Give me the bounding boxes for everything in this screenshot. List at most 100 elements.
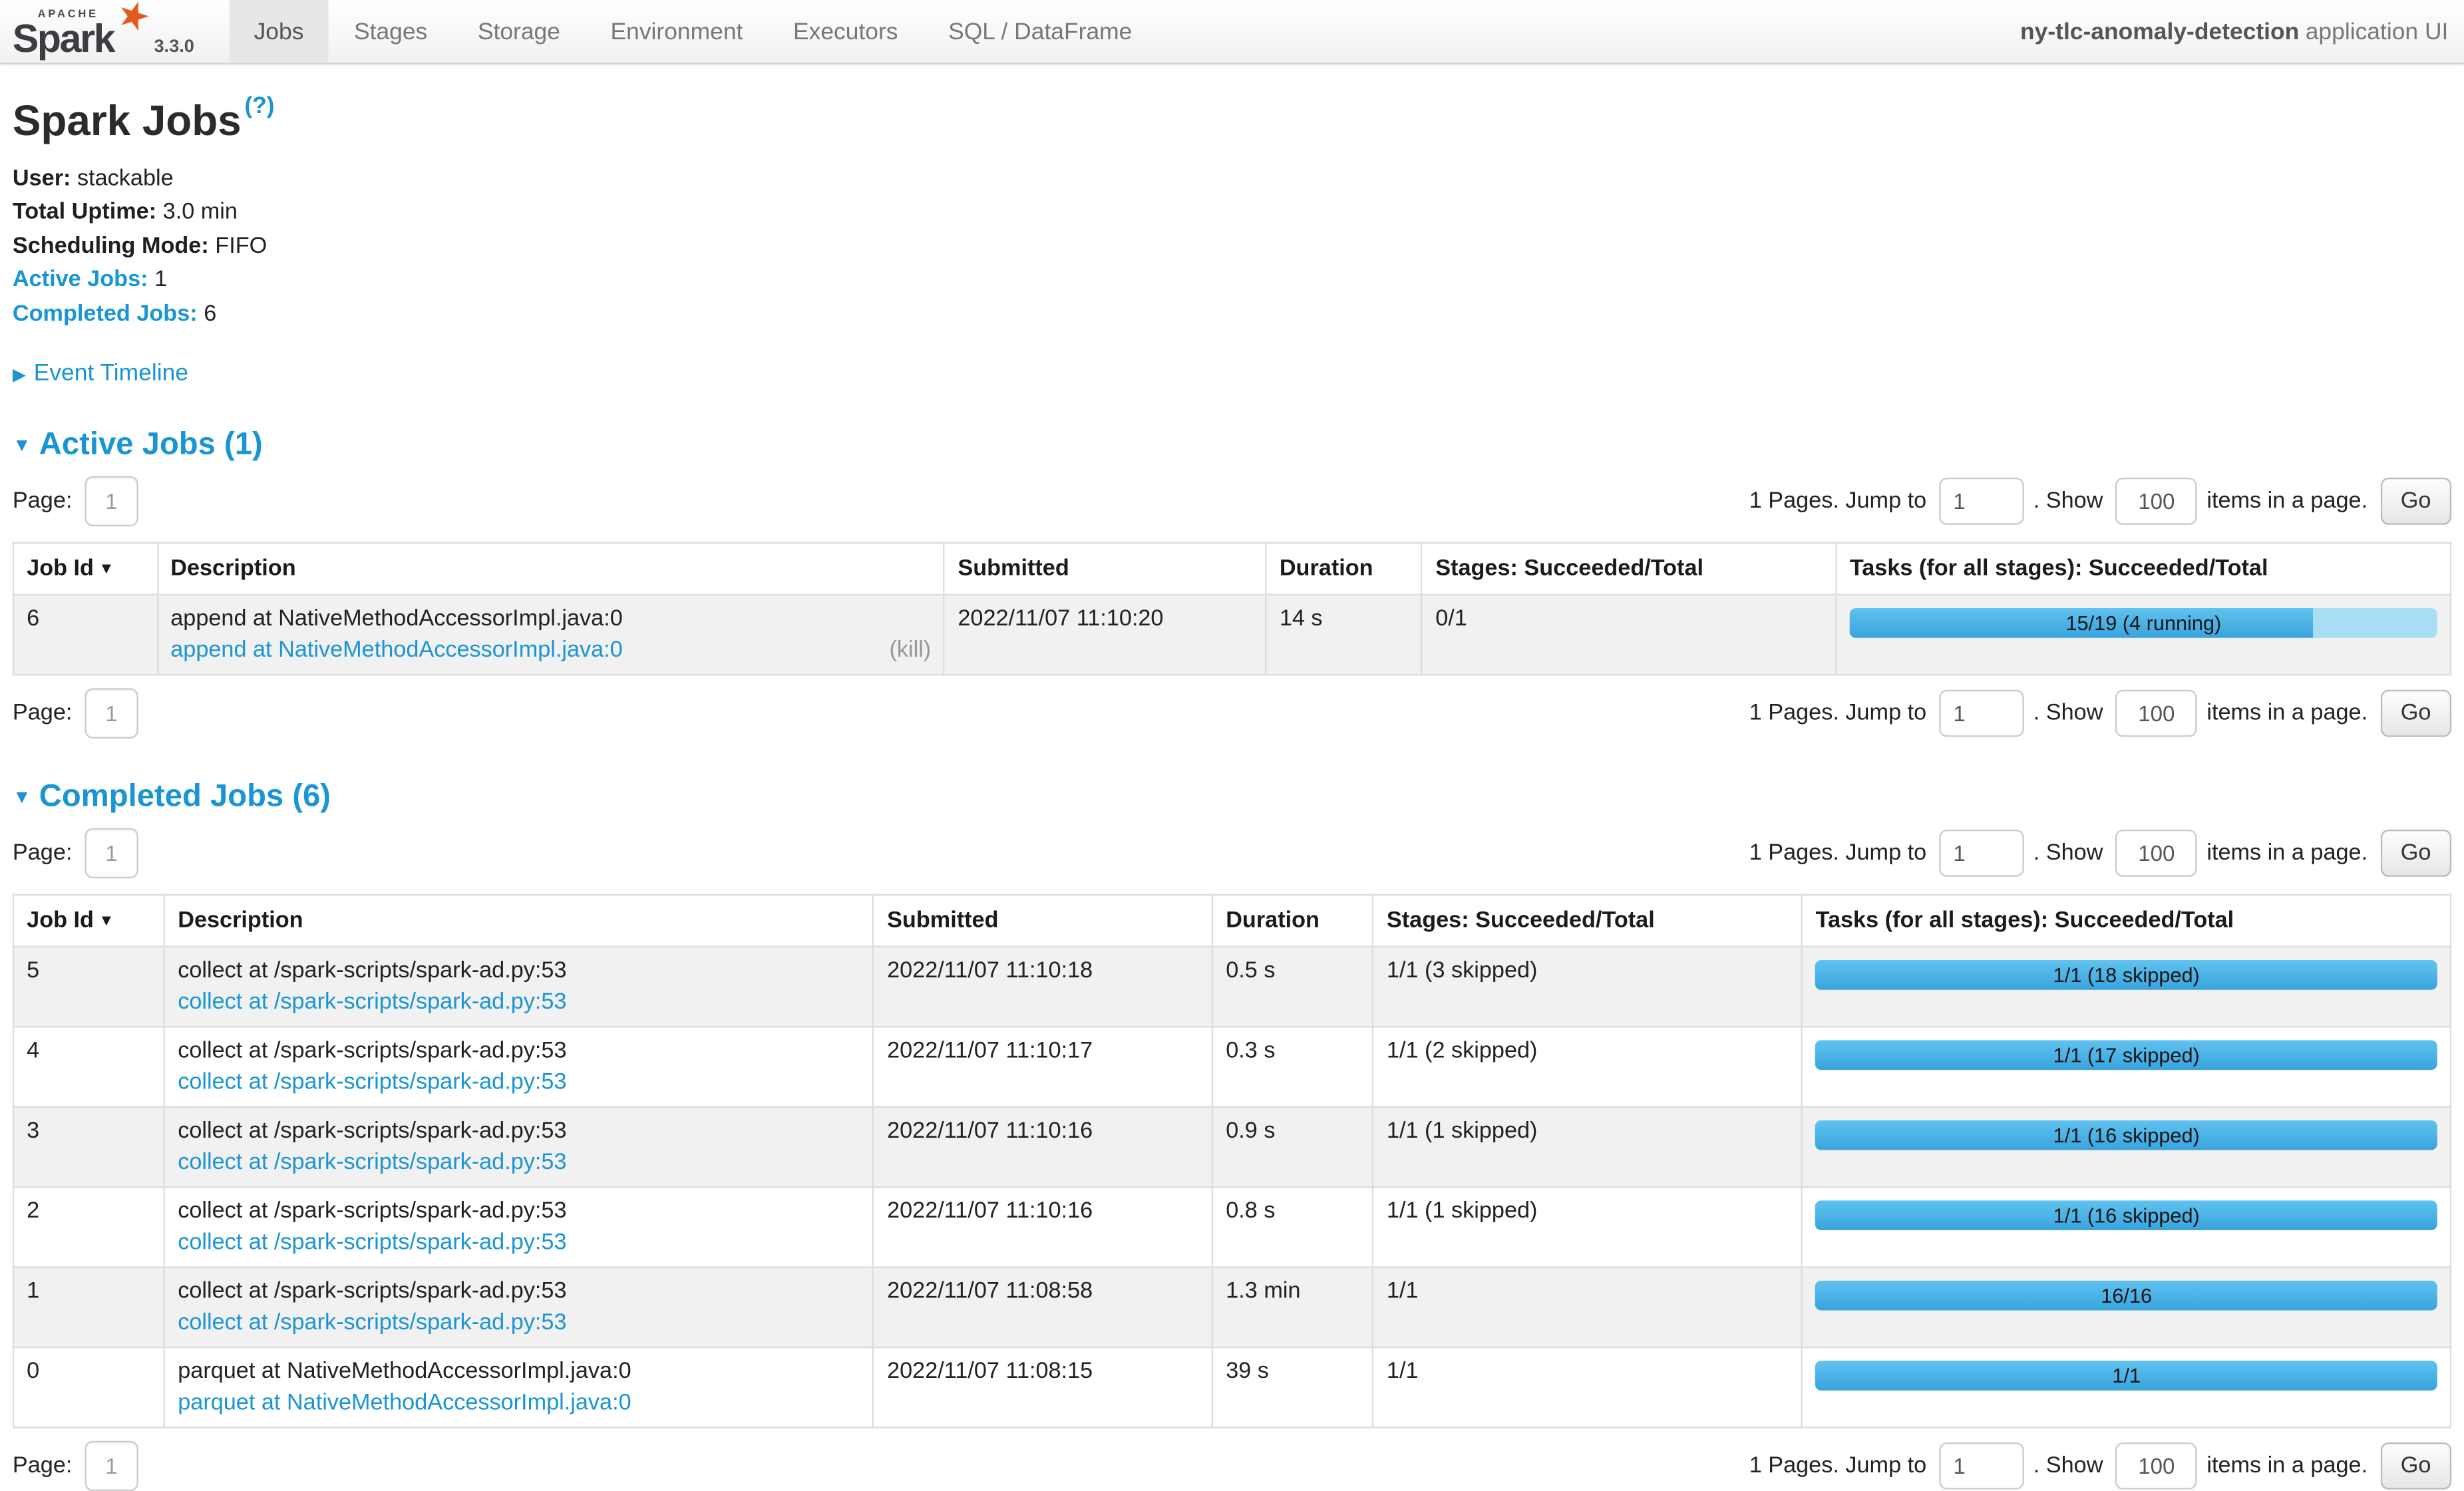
job-tasks: 1/1: [1803, 1347, 2451, 1427]
active-job-row-6: 6 append at NativeMethodAccessorImpl.jav…: [13, 595, 2451, 675]
job-description: collect at /spark-scripts/spark-ad.py:53…: [164, 1267, 874, 1347]
job-submitted: 2022/11/07 11:10:16: [874, 1187, 1212, 1267]
col-tasks[interactable]: Tasks (for all stages): Succeeded/Total: [1837, 543, 2451, 595]
expanded-arrow-icon: ▼: [13, 434, 31, 456]
job-description: collect at /spark-scripts/spark-ad.py:53…: [164, 1187, 874, 1267]
job-stages: 1/1 (1 skipped): [1373, 1107, 1803, 1187]
col-job-id[interactable]: Job Id▼: [13, 543, 157, 595]
items-per-page-input[interactable]: [2115, 830, 2197, 877]
kill-link[interactable]: (kill): [889, 638, 931, 663]
job-id: 4: [13, 1027, 164, 1106]
tab-storage[interactable]: Storage: [452, 0, 586, 63]
application-title: ny-tlc-anomaly-detection application UI: [2020, 0, 2448, 63]
tab-environment[interactable]: Environment: [586, 0, 768, 63]
job-duration: 0.9 s: [1212, 1107, 1373, 1187]
completed-jobs-table: Job Id▼ Description Submitted Duration S…: [13, 894, 2451, 1428]
job-tasks: 1/1 (17 skipped): [1803, 1027, 2451, 1106]
job-id: 6: [13, 595, 157, 675]
col-duration[interactable]: Duration: [1212, 895, 1373, 947]
page-number-input[interactable]: [85, 688, 138, 739]
tab-stages[interactable]: Stages: [329, 0, 452, 63]
completed-pagination-bottom: Page: 1 Pages. Jump to . Show items in a…: [13, 1440, 2451, 1491]
job-stages: 1/1 (3 skipped): [1373, 947, 1803, 1027]
job-id: 2: [13, 1187, 164, 1267]
summary-uptime: Total Uptime: 3.0 min: [13, 200, 2451, 228]
job-detail-link[interactable]: collect at /spark-scripts/spark-ad.py:53: [178, 1150, 860, 1176]
completed-job-row-1: 1 collect at /spark-scripts/spark-ad.py:…: [13, 1267, 2451, 1347]
job-submitted: 2022/11/07 11:10:18: [874, 947, 1212, 1027]
go-button[interactable]: Go: [2380, 830, 2451, 877]
page-number-input[interactable]: [85, 1440, 138, 1491]
page-number-input[interactable]: [85, 828, 138, 878]
col-stages[interactable]: Stages: Succeeded/Total: [1422, 543, 1837, 595]
tasks-progress-bar: 1/1 (17 skipped): [1816, 1040, 2437, 1070]
page-label: Page:: [13, 488, 73, 514]
job-duration: 0.8 s: [1212, 1187, 1373, 1267]
job-description: collect at /spark-scripts/spark-ad.py:53…: [164, 947, 874, 1027]
col-description[interactable]: Description: [157, 543, 944, 595]
nav-tabs: Jobs Stages Storage Environment Executor…: [229, 0, 1157, 63]
col-tasks[interactable]: Tasks (for all stages): Succeeded/Total: [1803, 895, 2451, 947]
items-per-page-input[interactable]: [2115, 690, 2197, 737]
job-detail-link[interactable]: collect at /spark-scripts/spark-ad.py:53: [178, 1310, 860, 1335]
col-stages[interactable]: Stages: Succeeded/Total: [1373, 895, 1803, 947]
completed-jobs-section-header[interactable]: ▼Completed Jobs (6): [13, 779, 2451, 815]
job-detail-link[interactable]: (kill)append at NativeMethodAccessorImpl…: [170, 638, 931, 663]
job-detail-link[interactable]: collect at /spark-scripts/spark-ad.py:53: [178, 1230, 860, 1255]
completed-pagination-top: Page: 1 Pages. Jump to . Show items in a…: [13, 828, 2451, 878]
col-submitted[interactable]: Submitted: [874, 895, 1212, 947]
active-jobs-section-header[interactable]: ▼Active Jobs (1): [13, 427, 2451, 463]
jump-to-input[interactable]: [1939, 1442, 2024, 1490]
tab-sql-dataframe[interactable]: SQL / DataFrame: [923, 0, 1157, 63]
event-timeline-toggle[interactable]: ▶Event Timeline: [13, 360, 2451, 387]
go-button[interactable]: Go: [2380, 1442, 2451, 1490]
active-pagination-bottom: Page: 1 Pages. Jump to . Show items in a…: [13, 688, 2451, 739]
job-tasks: 1/1 (16 skipped): [1803, 1107, 2451, 1187]
spark-ui-page: APACHE Spark ★ 3.3.0 Jobs Stages Storage…: [0, 0, 2464, 1491]
main-content: Spark Jobs(?) User: stackable Total Upti…: [13, 92, 2451, 1491]
job-stages: 0/1: [1422, 595, 1837, 675]
tasks-progress-bar: 1/1 (16 skipped): [1816, 1120, 2437, 1150]
tasks-progress-bar: 1/1 (16 skipped): [1816, 1200, 2437, 1230]
completed-job-row-0: 0 parquet at NativeMethodAccessorImpl.ja…: [13, 1347, 2451, 1427]
tab-executors[interactable]: Executors: [768, 0, 923, 63]
jump-to-input[interactable]: [1939, 478, 2024, 525]
job-duration: 1.3 min: [1212, 1267, 1373, 1347]
tasks-progress-bar: 1/1: [1816, 1361, 2437, 1391]
col-duration[interactable]: Duration: [1266, 543, 1422, 595]
job-submitted: 2022/11/07 11:08:15: [874, 1347, 1212, 1427]
job-detail-link[interactable]: collect at /spark-scripts/spark-ad.py:53: [178, 990, 860, 1015]
items-text: items in a page.: [2206, 488, 2368, 514]
application-suffix: application UI: [2306, 18, 2449, 45]
job-duration: 0.3 s: [1212, 1027, 1373, 1106]
jump-to-input[interactable]: [1939, 830, 2024, 877]
job-submitted: 2022/11/07 11:10:16: [874, 1107, 1212, 1187]
go-button[interactable]: Go: [2380, 478, 2451, 525]
page-number-input[interactable]: [85, 476, 138, 526]
job-detail-link[interactable]: parquet at NativeMethodAccessorImpl.java…: [178, 1391, 860, 1416]
active-jobs-table: Job Id▼ Description Submitted Duration S…: [13, 542, 2451, 676]
col-description[interactable]: Description: [164, 895, 874, 947]
items-per-page-input[interactable]: [2115, 1442, 2197, 1490]
jump-to-input[interactable]: [1939, 690, 2024, 737]
tasks-progress-bar: 15/19 (4 running): [1850, 608, 2437, 638]
page-title: Spark Jobs(?): [13, 92, 2451, 146]
go-button[interactable]: Go: [2380, 690, 2451, 737]
job-summary: User: stackable Total Uptime: 3.0 min Sc…: [13, 166, 2451, 328]
navbar: APACHE Spark ★ 3.3.0 Jobs Stages Storage…: [0, 0, 2464, 65]
job-id: 0: [13, 1347, 164, 1427]
job-tasks: 15/19 (4 running): [1837, 595, 2451, 675]
job-detail-link[interactable]: collect at /spark-scripts/spark-ad.py:53: [178, 1070, 860, 1095]
active-jobs-link[interactable]: Active Jobs:: [13, 267, 148, 293]
completed-jobs-link[interactable]: Completed Jobs:: [13, 301, 198, 326]
items-per-page-input[interactable]: [2115, 478, 2197, 525]
expanded-arrow-icon: ▼: [13, 786, 31, 808]
job-duration: 0.5 s: [1212, 947, 1373, 1027]
completed-job-row-5: 5 collect at /spark-scripts/spark-ad.py:…: [13, 947, 2451, 1027]
tab-jobs[interactable]: Jobs: [229, 0, 329, 63]
show-text: . Show: [2033, 488, 2103, 514]
help-link[interactable]: (?): [244, 92, 274, 119]
col-submitted[interactable]: Submitted: [944, 543, 1266, 595]
active-pagination-top: Page: 1 Pages. Jump to . Show items in a…: [13, 476, 2451, 526]
col-job-id[interactable]: Job Id▼: [13, 895, 164, 947]
